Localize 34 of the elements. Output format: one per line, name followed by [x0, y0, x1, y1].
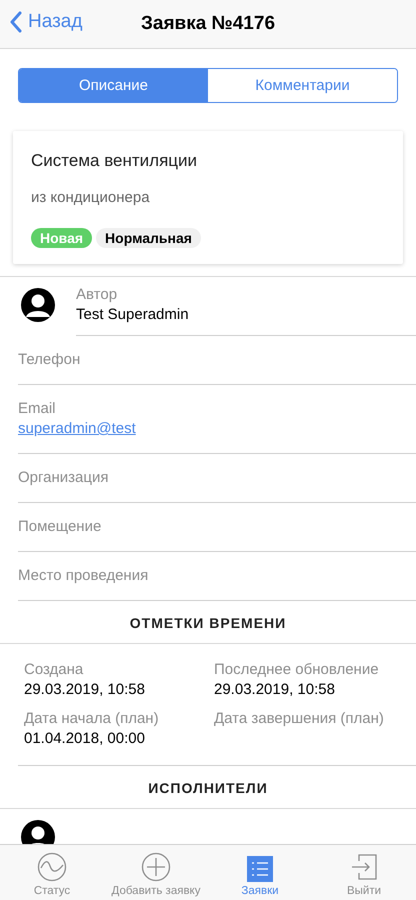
field-label: Дата завершения (план) [214, 709, 385, 729]
wave-icon [37, 852, 67, 882]
field-label: Дата начала (план) [24, 709, 160, 729]
field-label: Создана [24, 660, 84, 680]
back-button[interactable]: Назад [10, 11, 82, 33]
avatar-icon [20, 287, 56, 323]
field-value: 01.04.2018, 00:00 [24, 729, 146, 749]
chevron-icon [10, 11, 22, 33]
tab-bar-item[interactable]: Выйти [312, 845, 416, 900]
email-link[interactable]: superadmin@test [18, 419, 136, 439]
section-header: ИСПОЛНИТЕЛИ [0, 766, 416, 809]
exit-icon [349, 852, 379, 882]
add-icon [141, 852, 171, 882]
request-title: Система вентиляции [31, 151, 198, 171]
field-label: Email [18, 399, 57, 419]
field-label: Помещение [18, 517, 102, 537]
tab[interactable]: Описание [19, 69, 208, 102]
author-name: Test Superadmin [76, 305, 190, 325]
field-label: Организация [18, 468, 110, 488]
tab-bar-item[interactable]: Заявки [208, 845, 312, 900]
tab-bar-item[interactable]: Добавить заявку [104, 845, 208, 900]
request-description: из кондиционера [31, 189, 151, 206]
section-header: ОТМЕТКИ ВРЕМЕНИ [0, 601, 416, 644]
field-label: Телефон [18, 350, 82, 370]
tab-bar-item[interactable]: Статус [0, 845, 104, 900]
tag: Новая [31, 228, 92, 248]
field-value: 29.03.2019, 10:58 [24, 680, 146, 700]
screen-title: Заявка №4176 [140, 13, 276, 35]
field-label: Место проведения [18, 566, 150, 586]
field-label: Автор [76, 285, 118, 305]
list-icon [247, 856, 273, 882]
tag: Нормальная [96, 228, 201, 248]
field-label: Последнее обновление [214, 660, 380, 680]
field-value: 29.03.2019, 10:58 [214, 680, 336, 700]
